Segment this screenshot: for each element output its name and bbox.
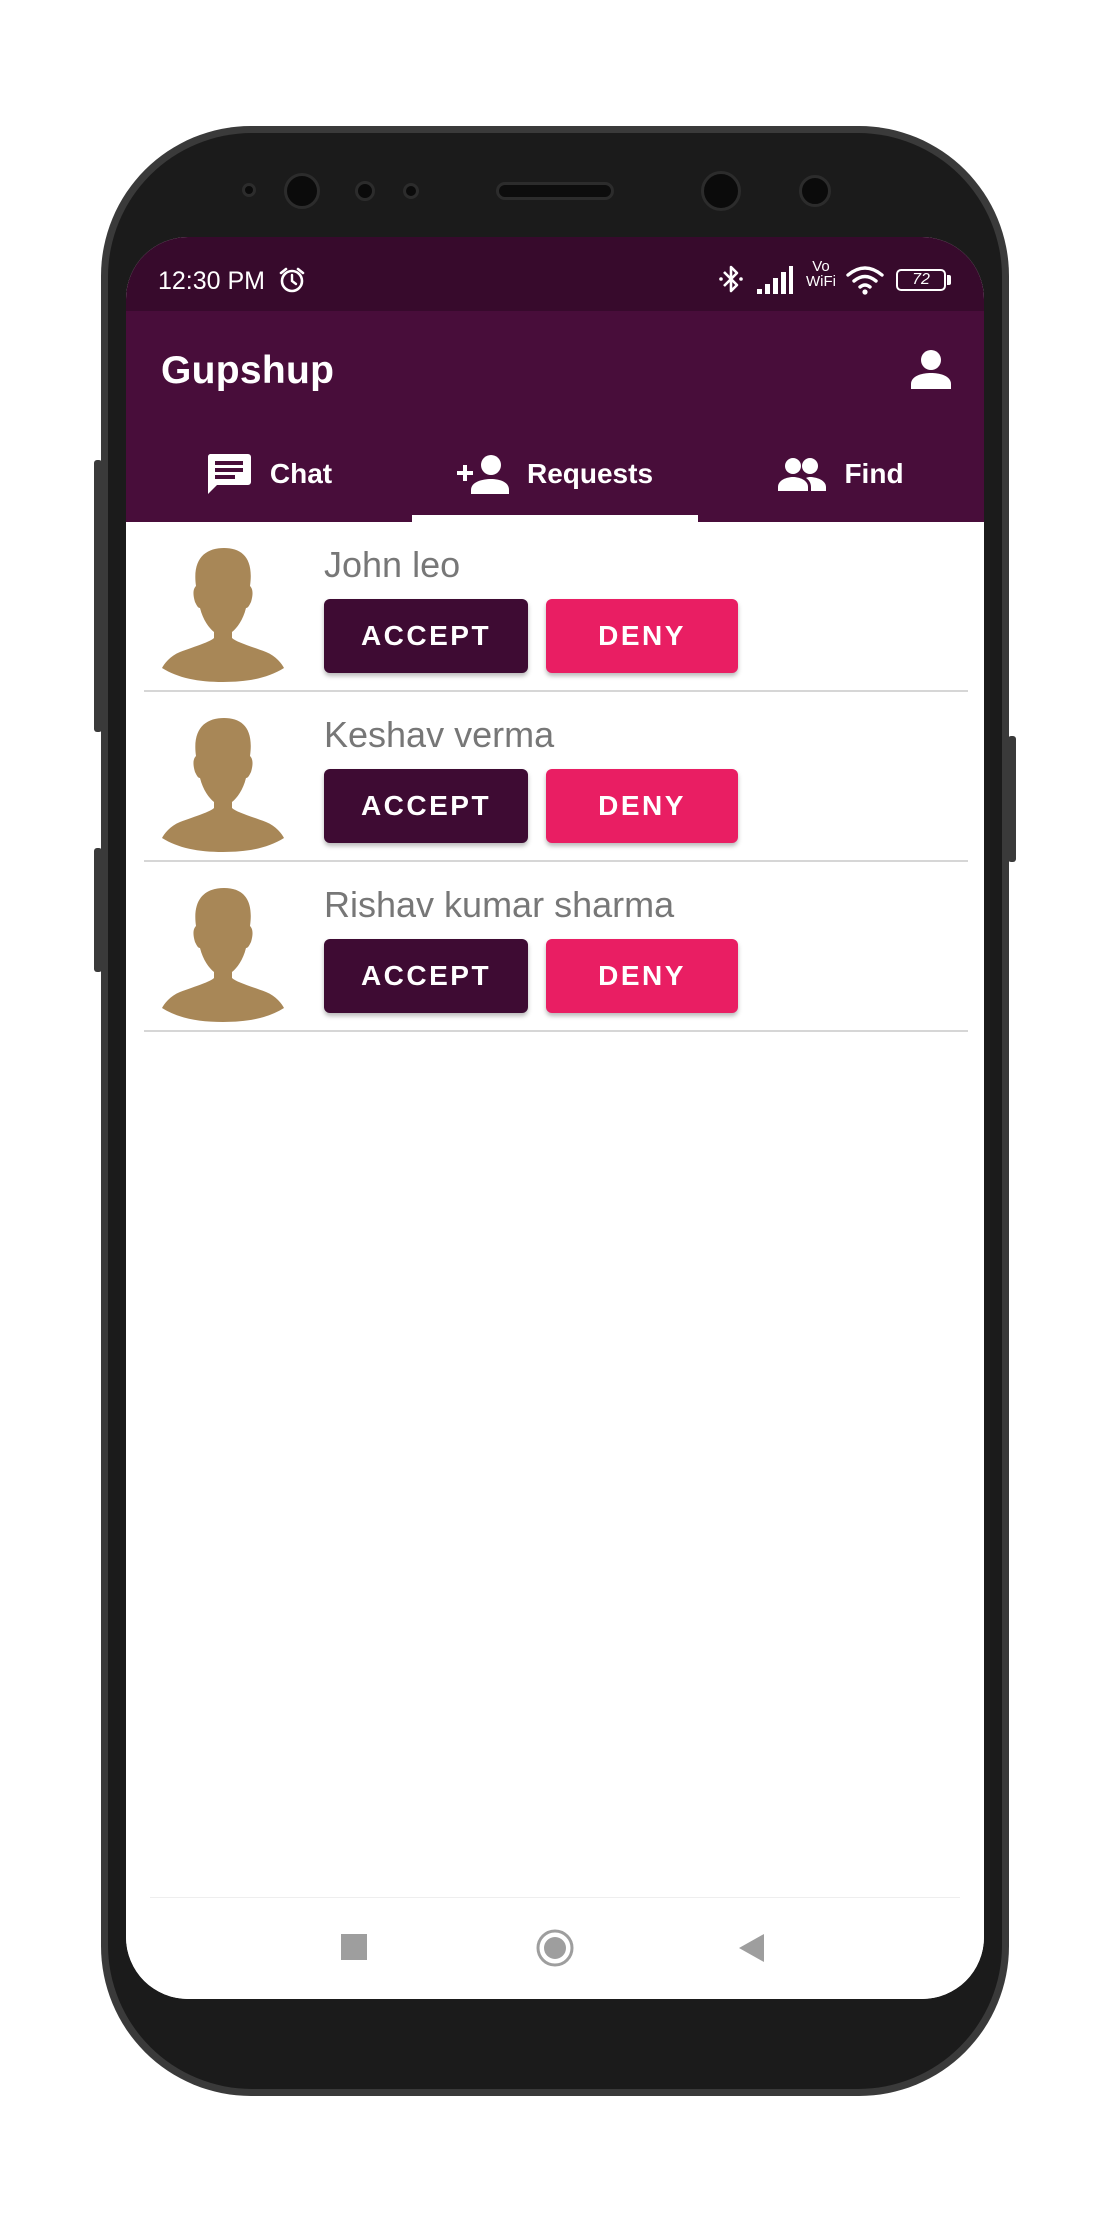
wifi-icon bbox=[846, 266, 884, 295]
requester-name: Keshav verma bbox=[324, 714, 555, 755]
bluetooth-icon bbox=[719, 265, 743, 293]
accept-button[interactable]: ACCEPT bbox=[324, 769, 528, 843]
divider bbox=[144, 1030, 968, 1032]
person-icon[interactable] bbox=[910, 348, 952, 390]
accept-button[interactable]: ACCEPT bbox=[324, 599, 528, 673]
earpiece-speaker bbox=[496, 182, 614, 200]
tab-chat[interactable]: Chat bbox=[126, 426, 412, 522]
tab-find[interactable]: Find bbox=[698, 426, 984, 522]
tab-find-label: Find bbox=[844, 458, 904, 489]
accept-button[interactable]: ACCEPT bbox=[324, 939, 528, 1013]
status-time: 12:30 PM bbox=[158, 267, 266, 295]
tab-requests[interactable]: Requests bbox=[412, 426, 698, 522]
sensor-dot bbox=[403, 183, 419, 199]
chat-icon bbox=[207, 454, 251, 494]
person-add-icon bbox=[456, 455, 509, 494]
requester-name: John leo bbox=[324, 544, 461, 585]
requester-name: Rishav kumar sharma bbox=[324, 884, 675, 925]
vowifi-label-top: Vo bbox=[812, 258, 830, 275]
tab-requests-label: Requests bbox=[526, 458, 654, 489]
battery-icon: 72 bbox=[896, 269, 946, 291]
list-item: Keshav verma ACCEPT DENY bbox=[126, 692, 984, 862]
side-button-right bbox=[1008, 736, 1016, 862]
battery-level: 72 bbox=[912, 271, 930, 288]
front-camera-secondary bbox=[701, 171, 741, 211]
screen: 12:30 PM Vo WiFi 72 Gupshup Chat Request… bbox=[126, 237, 984, 1999]
avatar bbox=[162, 548, 284, 682]
tab-indicator bbox=[412, 515, 698, 522]
deny-button[interactable]: DENY bbox=[546, 939, 738, 1013]
front-camera bbox=[284, 173, 320, 209]
vowifi-label-bottom: WiFi bbox=[806, 273, 836, 290]
avatar bbox=[162, 718, 284, 852]
tab-bar: Chat Requests Find bbox=[126, 426, 984, 522]
volume-button bbox=[94, 460, 102, 732]
power-button bbox=[94, 848, 102, 972]
people-icon bbox=[778, 458, 827, 491]
signal-icon bbox=[757, 266, 793, 294]
vowifi-label: Vo WiFi bbox=[801, 259, 841, 289]
back-triangle-icon[interactable] bbox=[738, 1933, 766, 1963]
sensor-dot bbox=[799, 175, 831, 207]
request-list: John leo ACCEPT DENY Keshav verma ACCEPT… bbox=[126, 522, 984, 1032]
deny-button[interactable]: DENY bbox=[546, 599, 738, 673]
app-bar: Gupshup bbox=[126, 311, 984, 426]
avatar bbox=[162, 888, 284, 1022]
navigation-bar bbox=[126, 1897, 984, 1999]
sensor-dot bbox=[355, 181, 375, 201]
list-item: Rishav kumar sharma ACCEPT DENY bbox=[126, 862, 984, 1032]
deny-button[interactable]: DENY bbox=[546, 769, 738, 843]
proximity-sensor bbox=[242, 183, 256, 197]
recents-square-icon[interactable] bbox=[340, 1933, 368, 1961]
status-bar: 12:30 PM Vo WiFi 72 bbox=[126, 237, 984, 311]
alarm-icon bbox=[279, 267, 305, 293]
app-title: Gupshup bbox=[161, 349, 335, 392]
home-circle-icon[interactable] bbox=[535, 1928, 575, 1968]
nav-divider bbox=[150, 1897, 960, 1898]
list-item: John leo ACCEPT DENY bbox=[126, 522, 984, 692]
tab-chat-label: Chat bbox=[269, 458, 333, 489]
battery-tip bbox=[947, 275, 951, 285]
